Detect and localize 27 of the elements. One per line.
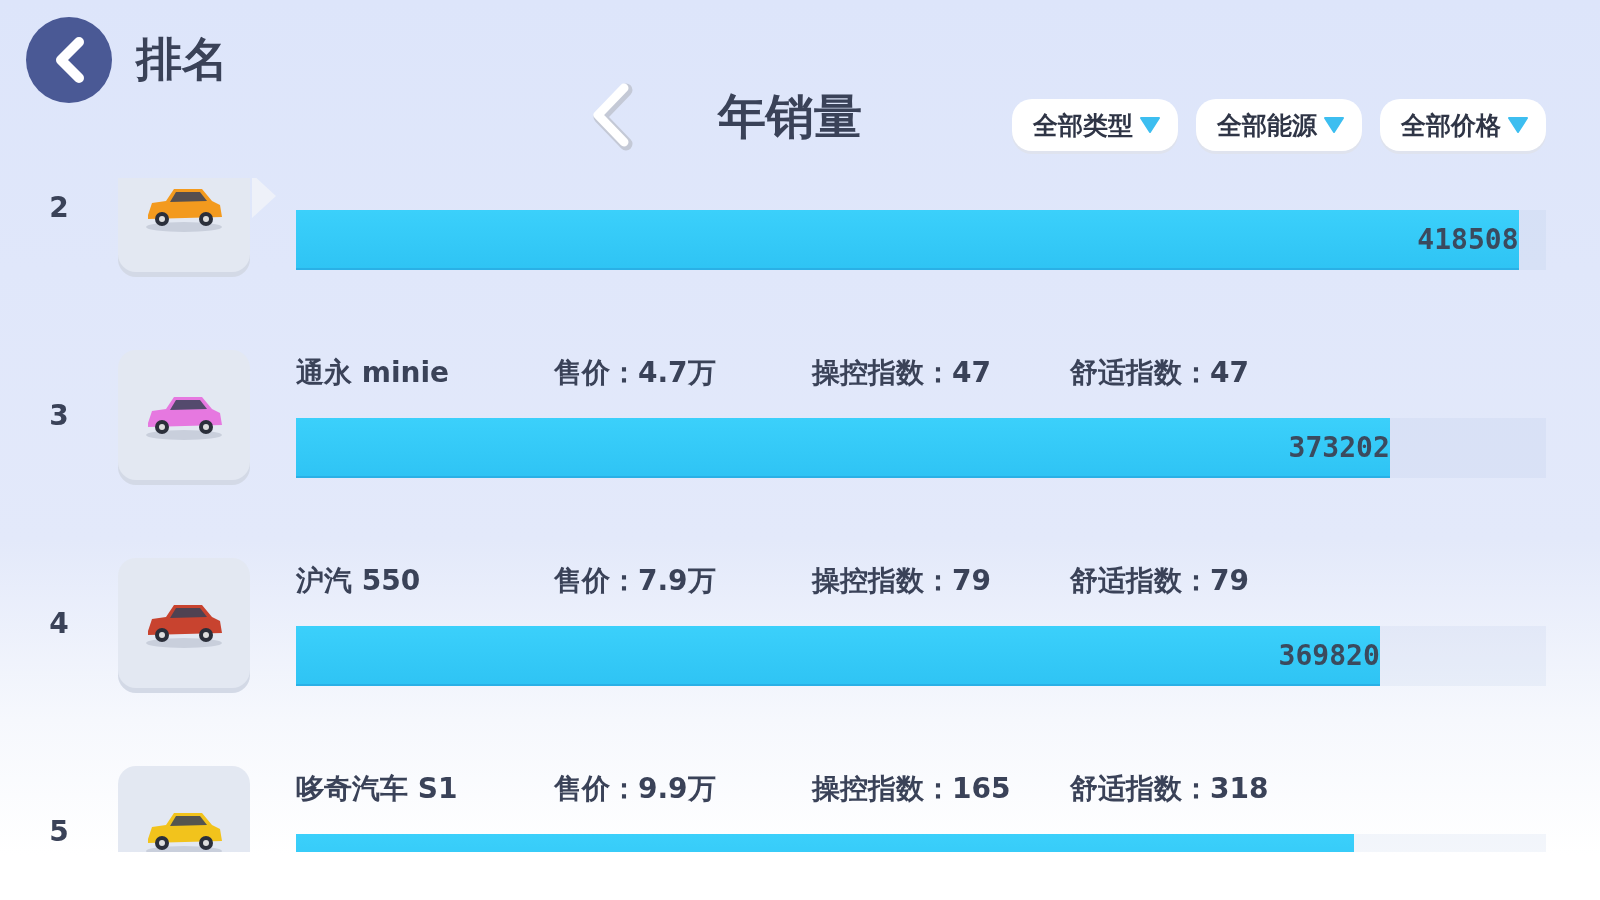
handling-index: 操控指数：79: [812, 563, 992, 599]
sales-value: 373202: [1288, 430, 1390, 464]
page-title: 排名: [136, 31, 228, 88]
filter-dropdown[interactable]: 全部类型: [1012, 99, 1178, 151]
car-price: 售价：7.9万: [554, 563, 717, 599]
rank-number: 5: [48, 814, 70, 848]
car-price: 售价：9.9万: [554, 771, 717, 807]
car-name: 哆奇汽车 S1: [296, 771, 459, 807]
caret-icon: [1139, 116, 1161, 134]
filter-dropdown[interactable]: 全部价格: [1380, 99, 1546, 151]
caret-icon: [1507, 116, 1529, 134]
rank-number: 2: [48, 190, 70, 224]
rank-number: 4: [48, 606, 70, 640]
handling-index: 操控指数：165: [812, 771, 1012, 807]
car-name: 通永 minie: [296, 355, 451, 391]
car-price: 售价：4.7万: [554, 355, 717, 391]
handling-index: 操控指数：47: [812, 355, 992, 391]
chart-title: 年销量: [718, 87, 862, 146]
comfort-index: 舒适指数：79: [1070, 563, 1250, 599]
comfort-index: 舒适指数：318: [1070, 771, 1270, 807]
filter-dropdown[interactable]: 全部能源: [1196, 99, 1362, 151]
comfort-index: 舒适指数：47: [1070, 355, 1250, 391]
sales-value: 369820: [1278, 638, 1380, 672]
caret-icon: [1323, 116, 1345, 134]
car-name: 沪汽 550: [296, 563, 422, 599]
sales-value: 418508: [1417, 222, 1519, 256]
rank-number: 3: [48, 398, 70, 432]
